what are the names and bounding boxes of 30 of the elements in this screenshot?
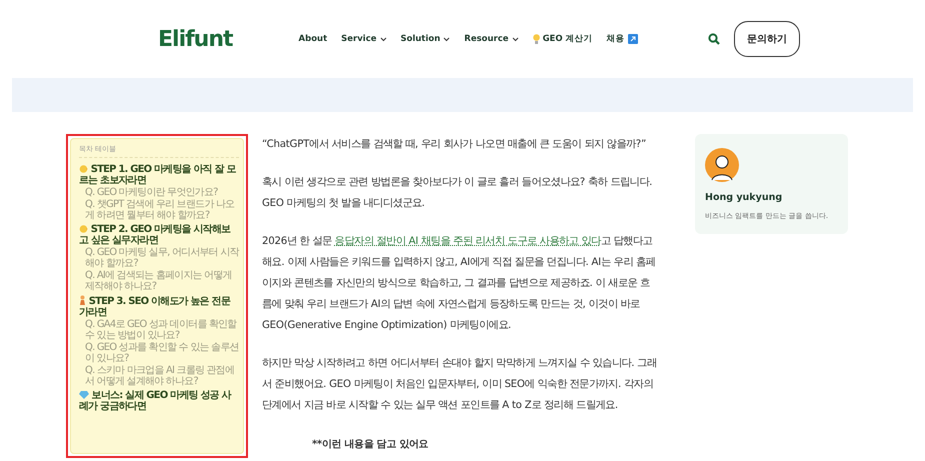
toc-step-link[interactable]: STEP 3. SEO 이해도가 높은 전문가라면 <box>79 295 239 318</box>
person-icon <box>79 295 86 305</box>
nav-link[interactable]: About <box>298 34 328 44</box>
nav-link[interactable]: Solution <box>400 34 450 44</box>
author-name: Hong yukyung <box>705 192 784 203</box>
section-subheading: **이런 내용을 담고 있어요 <box>311 438 430 452</box>
survey-paragraph: 2026년 한 설문 응답자의 절반이 AI 채팅을 주된 리서치 도구로 사용하고 있다고 답했다고 해요. 이제 사람들은 키워드를 입력하지 않고, AI에게 직접 질문을 던집니다. AI는 우리 홈페이지와 콘텐츠를 자신만의 방식으로 학습하고, 그 결과를 답변으로 제공하죠. 이 새로운 흐름에 맞춰 우리 브랜드가 AI의 답변 속에 자연스럽게 등장하도록 만드는 것, 이것이 바로 GEO(Generative Engine Optimization) 마케팅이에요. <box>262 234 656 333</box>
logo[interactable]: Elifunt <box>158 26 233 52</box>
survey-link[interactable]: 응답자의 절반이 AI 채팅을 주된 리서치 도구로 사용하고 있다 <box>334 235 601 247</box>
external-link-icon <box>628 34 638 44</box>
chick-icon <box>79 224 88 233</box>
avatar-icon <box>705 148 739 182</box>
lightbulb-icon <box>532 34 540 44</box>
nav-link[interactable]: GEO 계산기 <box>532 33 593 45</box>
contact-button[interactable]: 문의하기 <box>734 21 800 57</box>
gem-icon <box>79 391 89 399</box>
toc-step-link[interactable]: STEP 2. GEO 마케팅을 시작해보고 싶은 실무자라면 <box>79 224 239 246</box>
nav-link[interactable]: 채용 <box>606 33 638 45</box>
search-icon[interactable] <box>708 33 720 45</box>
intro-paragraph: 혹시 이런 생각으로 관련 방법론을 찾아보다가 이 글로 흘러 들어오셨나요? 축하 드립니다. GEO 마케팅의 첫 발을 내디디셨군요. <box>262 175 654 211</box>
chick-icon <box>79 164 88 173</box>
toc-step-link[interactable]: 보너스: 실제 GEO 마케팅 성공 사례가 궁금하다면 <box>79 390 239 412</box>
toc-step-link[interactable]: STEP 1. GEO 마케팅을 아직 잘 모르는 초보자라면 <box>79 164 239 186</box>
chevron-down-icon <box>512 36 519 42</box>
chevron-down-icon <box>380 36 386 42</box>
nav-link[interactable]: Service <box>341 34 386 44</box>
chevron-down-icon <box>443 36 450 42</box>
closing-paragraph: 하지만 막상 시작하려고 하면 어디서부터 손대야 할지 막막하게 느껴지실 수 있습니다. 그래서 준비했어요. GEO 마케팅이 처음인 입문자부터, 이미 SEO에 익숙한 전문가까지. 각자의 단계에서 지금 바로 시작할 수 있는 실무 액션 포인트를 A to Z로 정리해 드릴게요. <box>262 356 657 413</box>
quote-text: “ChatGPT에서 서비스를 검색할 때, 우리 회사가 나오면 매출에 큰 도움이 되지 않을까?” <box>262 137 647 152</box>
nav-link[interactable]: Resource <box>464 34 519 44</box>
